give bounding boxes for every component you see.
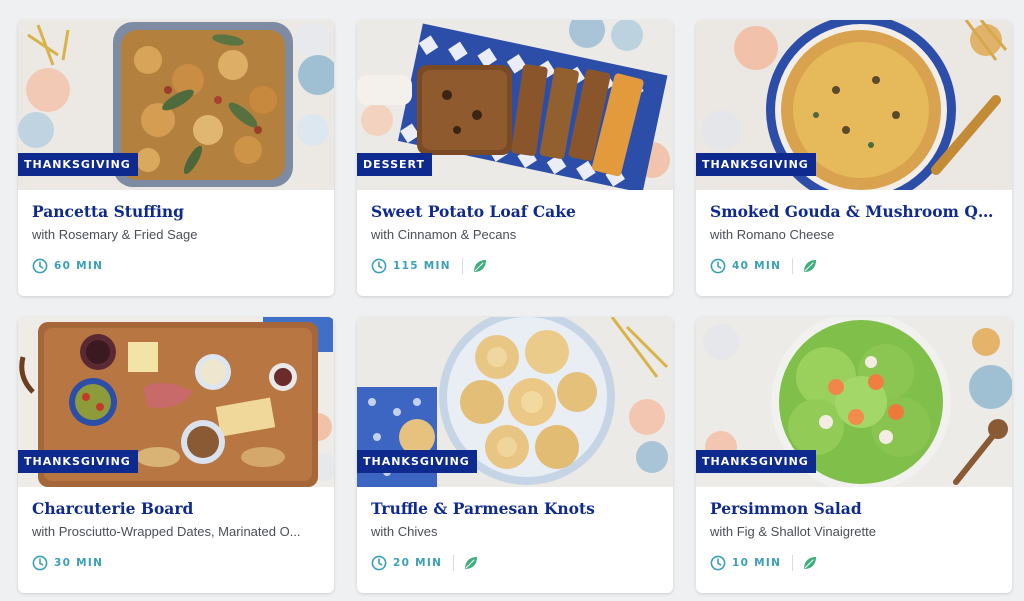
meta-divider <box>453 555 455 571</box>
recipe-meta: 60 MIN <box>32 257 103 275</box>
cook-time: 20 MIN <box>393 557 443 569</box>
recipe-card[interactable]: THANKSGIVING Persimmon Salad with Fig & … <box>696 317 1012 593</box>
recipe-photo[interactable]: THANKSGIVING <box>18 317 334 487</box>
clock-icon <box>32 258 48 274</box>
recipe-meta: 10 MIN <box>710 554 818 572</box>
recipe-title[interactable]: Pancetta Stuffing <box>32 202 322 221</box>
cook-time: 30 MIN <box>54 557 104 569</box>
recipe-subtitle: with Chives <box>371 524 438 539</box>
recipe-subtitle: with Fig & Shallot Vinaigrette <box>710 524 876 539</box>
leaf-icon <box>804 260 817 272</box>
leaf-icon <box>804 557 817 569</box>
recipe-meta: 20 MIN <box>371 554 479 572</box>
recipe-photo[interactable]: THANKSGIVING <box>357 317 673 487</box>
category-tag: DESSERT <box>357 153 432 176</box>
recipe-card[interactable]: THANKSGIVING Smoked Gouda & Mushroom Qui… <box>696 20 1012 296</box>
recipe-title[interactable]: Sweet Potato Loaf Cake <box>371 202 661 221</box>
category-tag: THANKSGIVING <box>357 450 477 473</box>
meta-divider <box>461 258 463 274</box>
recipe-photo[interactable]: THANKSGIVING <box>18 20 334 190</box>
recipe-card[interactable]: THANKSGIVING Pancetta Stuffing with Rose… <box>18 20 334 296</box>
recipe-card[interactable]: DESSERT Sweet Potato Loaf Cake with Cinn… <box>357 20 673 296</box>
recipe-subtitle: with Cinnamon & Pecans <box>371 227 517 242</box>
recipe-card[interactable]: THANKSGIVING Truffle & Parmesan Knots wi… <box>357 317 673 593</box>
category-tag: THANKSGIVING <box>18 153 138 176</box>
recipe-title[interactable]: Persimmon Salad <box>710 499 1000 518</box>
meta-divider <box>792 258 794 274</box>
recipe-meta: 115 MIN <box>371 257 488 275</box>
cook-time: 10 MIN <box>732 557 782 569</box>
category-tag: THANKSGIVING <box>696 153 816 176</box>
category-tag: THANKSGIVING <box>18 450 138 473</box>
category-tag: THANKSGIVING <box>696 450 816 473</box>
recipe-grid: THANKSGIVING Pancetta Stuffing with Rose… <box>0 0 1024 601</box>
clock-icon <box>371 258 387 274</box>
recipe-photo[interactable]: THANKSGIVING <box>696 317 1012 487</box>
clock-icon <box>710 258 726 274</box>
recipe-meta: 40 MIN <box>710 257 818 275</box>
leaf-icon <box>473 260 486 272</box>
cook-time: 115 MIN <box>393 260 451 272</box>
leaf-icon <box>465 557 478 569</box>
recipe-subtitle: with Rosemary & Fried Sage <box>32 227 198 242</box>
recipe-meta: 30 MIN <box>32 554 103 572</box>
recipe-photo[interactable]: THANKSGIVING <box>696 20 1012 190</box>
recipe-title[interactable]: Charcuterie Board <box>32 499 322 518</box>
recipe-subtitle: with Prosciutto-Wrapped Dates, Marinated… <box>32 524 301 539</box>
recipe-photo[interactable]: DESSERT <box>357 20 673 190</box>
clock-icon <box>371 555 387 571</box>
recipe-title[interactable]: Truffle & Parmesan Knots <box>371 499 661 518</box>
cook-time: 60 MIN <box>54 260 104 272</box>
recipe-title[interactable]: Smoked Gouda & Mushroom Quiche <box>710 202 1000 221</box>
meta-divider <box>792 555 794 571</box>
clock-icon <box>32 555 48 571</box>
clock-icon <box>710 555 726 571</box>
recipe-subtitle: with Romano Cheese <box>710 227 835 242</box>
recipe-card[interactable]: THANKSGIVING Charcuterie Board with Pros… <box>18 317 334 593</box>
cook-time: 40 MIN <box>732 260 782 272</box>
